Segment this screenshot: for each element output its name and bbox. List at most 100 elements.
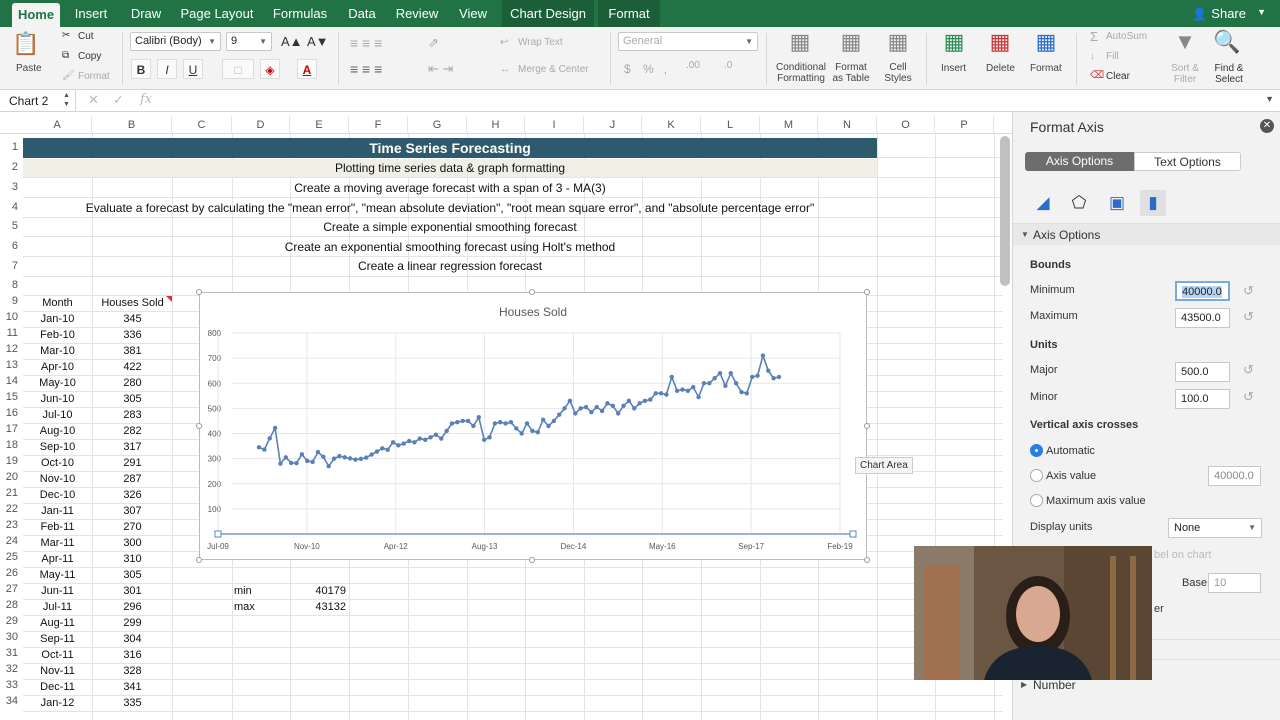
houses-sold-cell[interactable]: 287 xyxy=(93,471,172,487)
row-header[interactable]: 33 xyxy=(0,679,23,691)
column-header[interactable]: C xyxy=(172,116,232,134)
fill-color-icon[interactable]: ◈ xyxy=(260,59,280,79)
axis-value-radio[interactable] xyxy=(1030,469,1043,482)
houses-sold-cell[interactable]: 291 xyxy=(93,455,172,471)
font-color-icon[interactable]: A xyxy=(297,59,317,79)
houses-sold-cell[interactable]: 326 xyxy=(93,487,172,503)
row-header[interactable]: 23 xyxy=(0,519,23,531)
fill-line-icon[interactable]: ◢ xyxy=(1030,190,1056,216)
row-header[interactable]: 29 xyxy=(0,615,23,627)
autosum-button[interactable]: AutoSum xyxy=(1106,31,1147,42)
increase-decimal-icon[interactable]: .00 xyxy=(686,60,700,71)
max-value[interactable]: 43132 xyxy=(290,599,346,615)
insert-cells-button[interactable]: Insert xyxy=(941,63,966,74)
resize-handle[interactable] xyxy=(529,289,535,295)
month-cell[interactable]: Dec-10 xyxy=(23,487,92,503)
column-header[interactable]: K xyxy=(642,116,701,134)
tab-format[interactable]: Format xyxy=(598,0,660,27)
column-header[interactable]: E xyxy=(290,116,349,134)
column-header[interactable]: M xyxy=(760,116,818,134)
row-header[interactable]: 18 xyxy=(0,439,23,451)
row-header[interactable]: 14 xyxy=(0,375,23,387)
bold-button[interactable]: B xyxy=(131,59,151,79)
month-cell[interactable]: Nov-10 xyxy=(23,471,92,487)
merge-center-button[interactable]: Merge & Center xyxy=(518,64,589,75)
tab-text-options[interactable]: Text Options xyxy=(1134,152,1241,171)
delete-cells-icon[interactable]: ▦ xyxy=(982,29,1018,55)
cancel-icon[interactable]: ✕ xyxy=(88,92,99,108)
format-table-icon[interactable]: ▦ xyxy=(836,29,866,55)
month-cell[interactable]: Aug-11 xyxy=(23,615,92,631)
month-cell[interactable]: Jan-12 xyxy=(23,695,92,711)
row-header[interactable]: 15 xyxy=(0,391,23,403)
month-cell[interactable]: Feb-11 xyxy=(23,519,92,535)
stepper-icon[interactable]: ▲ ▼ xyxy=(63,91,70,109)
format-as-table-button[interactable]: Format as Table xyxy=(828,62,874,84)
houses-sold-cell[interactable]: 301 xyxy=(93,583,172,599)
column-header[interactable]: A xyxy=(23,116,92,134)
houses-sold-cell[interactable]: 328 xyxy=(93,663,172,679)
row-header[interactable]: 22 xyxy=(0,503,23,515)
houses-sold-cell[interactable]: 300 xyxy=(93,535,172,551)
wrap-text-button[interactable]: Wrap Text xyxy=(518,37,563,48)
fill-button[interactable]: Fill xyxy=(1106,51,1119,62)
month-cell[interactable]: Apr-11 xyxy=(23,551,92,567)
month-cell[interactable]: Feb-10 xyxy=(23,327,92,343)
houses-sold-cell[interactable]: 296 xyxy=(93,599,172,615)
houses-sold-cell[interactable]: 280 xyxy=(93,375,172,391)
axis-options-section[interactable]: ▼ Axis Options xyxy=(1013,223,1280,245)
close-icon[interactable]: ✕ xyxy=(1260,119,1274,133)
houses-sold-cell[interactable]: 317 xyxy=(93,439,172,455)
chart[interactable]: Houses Sold0100200300400500600700800Jul-… xyxy=(199,292,867,560)
row-header[interactable]: 7 xyxy=(0,260,23,272)
row-header[interactable]: 32 xyxy=(0,663,23,675)
row-header[interactable]: 8 xyxy=(0,279,23,291)
reset-icon[interactable]: ↺ xyxy=(1243,283,1254,299)
number-format-select[interactable]: General ▼ xyxy=(618,32,758,51)
comma-icon[interactable]: ‚ xyxy=(664,62,667,76)
sort-filter-button[interactable]: Sort & Filter xyxy=(1166,63,1204,85)
borders-icon[interactable]: □ xyxy=(222,59,254,79)
task-item[interactable]: Create an exponential smoothing forecast… xyxy=(23,238,877,256)
min-value[interactable]: 40179 xyxy=(290,583,346,599)
houses-sold-cell[interactable]: 335 xyxy=(93,695,172,711)
row-header[interactable]: 1 xyxy=(0,141,23,153)
confirm-icon[interactable]: ✓ xyxy=(113,92,124,108)
reset-icon[interactable]: ↺ xyxy=(1243,362,1254,378)
month-cell[interactable]: Oct-11 xyxy=(23,647,92,663)
max-label[interactable]: max xyxy=(234,599,255,615)
spreadsheet-grid[interactable]: ABCDEFGHIJKLMNOP 1 2 3 4 5 6 7 8 9 10 11 12 13 14 15 16… xyxy=(0,112,1012,720)
tab-page-layout[interactable]: Page Layout xyxy=(176,0,258,27)
automatic-radio[interactable] xyxy=(1030,444,1043,457)
row-header[interactable]: 30 xyxy=(0,631,23,643)
effects-icon[interactable]: ⬠ xyxy=(1066,190,1092,216)
month-cell[interactable]: Mar-10 xyxy=(23,343,92,359)
column-header[interactable]: H xyxy=(467,116,525,134)
min-label[interactable]: min xyxy=(234,583,252,599)
tab-draw[interactable]: Draw xyxy=(122,0,170,27)
reset-icon[interactable]: ↺ xyxy=(1243,389,1254,405)
paste-icon[interactable]: 📋 xyxy=(10,31,42,57)
decrease-decimal-icon[interactable]: .0 xyxy=(724,60,732,71)
houses-sold-cell[interactable]: 282 xyxy=(93,423,172,439)
row-header[interactable]: 25 xyxy=(0,551,23,563)
resize-handle[interactable] xyxy=(196,289,202,295)
insert-cells-icon[interactable]: ▦ xyxy=(936,29,972,55)
row-header[interactable]: 5 xyxy=(0,220,23,232)
month-cell[interactable]: May-11 xyxy=(23,567,92,583)
month-cell[interactable]: Jul-11 xyxy=(23,599,92,615)
minor-input[interactable]: 100.0 xyxy=(1175,389,1230,409)
share-button[interactable]: 👤 Share xyxy=(1192,6,1246,21)
header-houses-sold[interactable]: Houses Sold xyxy=(93,295,172,311)
task-item[interactable]: Create a moving average forecast with a … xyxy=(23,179,877,197)
axis-value-input[interactable]: 40000.0 xyxy=(1208,466,1261,486)
resize-handle[interactable] xyxy=(196,557,202,563)
row-header[interactable]: 10 xyxy=(0,311,23,323)
month-cell[interactable]: Jun-10 xyxy=(23,391,92,407)
function-icon[interactable]: fx xyxy=(140,92,152,107)
sheet-subtitle[interactable]: Plotting time series data & graph format… xyxy=(23,159,877,177)
houses-sold-cell[interactable]: 336 xyxy=(93,327,172,343)
month-cell[interactable]: Nov-11 xyxy=(23,663,92,679)
delete-cells-button[interactable]: Delete xyxy=(986,63,1015,74)
font-size-select[interactable]: 9 ▼ xyxy=(226,32,272,51)
